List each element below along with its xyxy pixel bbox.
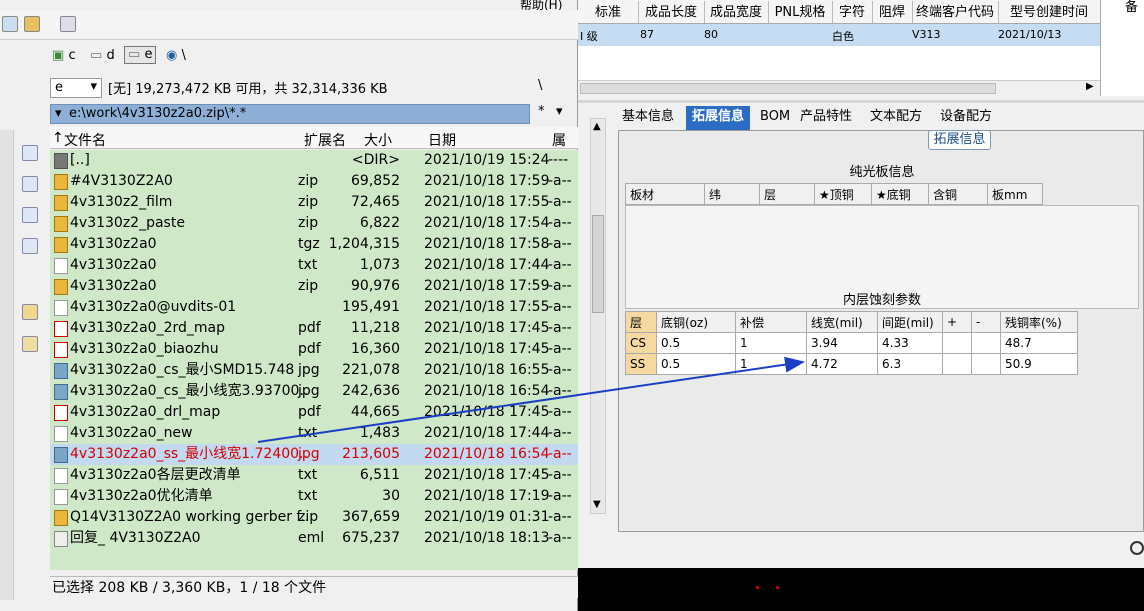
arrow-line: [257, 356, 805, 443]
annotation-arrow: [257, 356, 805, 443]
